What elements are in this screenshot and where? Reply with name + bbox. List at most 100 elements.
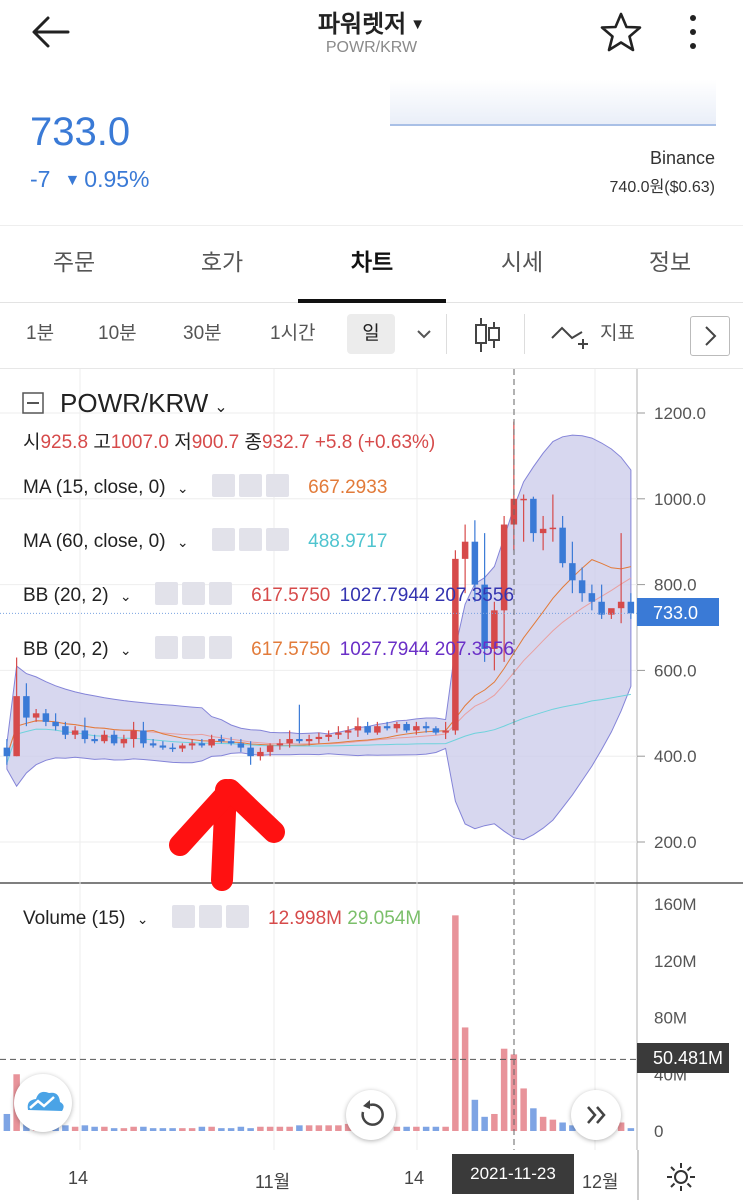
- tab-market[interactable]: 시세: [448, 226, 596, 302]
- open-label: 시: [23, 432, 41, 453]
- volume-bar: [335, 1125, 342, 1131]
- more-options-icon[interactable]: [678, 10, 708, 54]
- chevron-down-icon[interactable]: ⌄: [120, 588, 132, 604]
- change-value: +5.8 (+0.63%): [314, 432, 436, 453]
- gear-icon[interactable]: [181, 636, 205, 659]
- divider: [524, 314, 525, 354]
- candle-body: [442, 730, 449, 733]
- candle-body: [198, 743, 206, 746]
- close-icon[interactable]: [225, 905, 249, 928]
- volume-bar: [149, 1128, 157, 1131]
- close-icon[interactable]: [208, 582, 232, 605]
- volume-tick-label: 120M: [654, 952, 697, 971]
- interval-10min[interactable]: 10분: [98, 318, 137, 345]
- volume-bar: [315, 1125, 323, 1131]
- volume-marker-text: 50.481M: [653, 1048, 723, 1068]
- candle-body: [383, 726, 391, 729]
- close-icon[interactable]: [265, 474, 289, 497]
- candle-body: [237, 743, 245, 748]
- candle-body: [101, 734, 108, 742]
- eye-icon[interactable]: [171, 905, 195, 928]
- volume-legend[interactable]: Volume (15) ⌄ 12.998M 29.054M: [23, 905, 421, 930]
- volume-value-1: 12.998M: [268, 908, 342, 929]
- volume-bars: [3, 915, 635, 1131]
- tab-chart[interactable]: 차트: [298, 226, 446, 303]
- candle-body: [13, 696, 20, 757]
- candlestick-type-icon[interactable]: [472, 316, 502, 354]
- chevron-down-icon[interactable]: ⌄: [137, 911, 149, 927]
- close-icon[interactable]: [265, 528, 289, 551]
- candle-body: [315, 736, 323, 740]
- volume-tick-label: 80M: [654, 1009, 687, 1028]
- collapse-icon[interactable]: [22, 392, 44, 414]
- gear-icon[interactable]: [198, 905, 222, 928]
- cloud-chart-icon: [27, 1091, 64, 1111]
- candle-body: [179, 745, 186, 749]
- interval-day-selected[interactable]: 일: [347, 314, 395, 354]
- interval-30min[interactable]: 30분: [183, 318, 222, 345]
- settings-sun-icon[interactable]: [666, 1162, 696, 1192]
- volume-bar: [530, 1108, 537, 1131]
- candle-body: [461, 541, 469, 559]
- candle-body: [520, 498, 527, 501]
- eye-icon[interactable]: [211, 528, 235, 551]
- eye-icon[interactable]: [154, 582, 178, 605]
- interval-1hour[interactable]: 1시간: [270, 318, 316, 345]
- tab-orderbook[interactable]: 호가: [148, 226, 296, 302]
- bb1-label: BB (20, 2): [23, 585, 109, 606]
- candle-body: [569, 563, 576, 581]
- y-tick-label: 400.0: [654, 747, 697, 766]
- volume-bar: [81, 1125, 89, 1131]
- favorite-star-icon[interactable]: [598, 10, 644, 54]
- gear-icon[interactable]: [238, 528, 262, 551]
- reset-button[interactable]: [346, 1090, 396, 1140]
- tab-info[interactable]: 정보: [596, 226, 743, 302]
- chevron-down-icon[interactable]: ⌄: [177, 480, 189, 496]
- low-label: 저: [174, 432, 192, 453]
- chevron-down-icon[interactable]: ⌄: [177, 534, 189, 550]
- eye-icon[interactable]: [154, 636, 178, 659]
- volume-bar: [442, 1126, 449, 1131]
- eye-icon[interactable]: [211, 474, 235, 497]
- volume-bar: [520, 1088, 527, 1131]
- candle-body: [266, 745, 274, 752]
- volume-bar: [413, 1126, 420, 1131]
- volume-bar: [491, 1113, 498, 1131]
- gear-icon[interactable]: [181, 582, 205, 605]
- indicator-label[interactable]: 지표: [600, 318, 635, 345]
- candle-body: [71, 730, 79, 735]
- candle-body: [559, 527, 566, 564]
- volume-bar: [276, 1126, 284, 1131]
- volume-bar: [461, 1027, 469, 1131]
- volume-bar: [296, 1125, 303, 1131]
- chevron-down-icon[interactable]: ⌄: [120, 642, 132, 658]
- indicator-icon[interactable]: [548, 318, 594, 358]
- candle-body: [257, 751, 264, 757]
- symbol-legend[interactable]: POWR/KRW ⌄: [22, 388, 228, 419]
- volume-bar: [481, 1116, 488, 1131]
- chart-style-button[interactable]: [14, 1074, 72, 1132]
- tab-order[interactable]: 주문: [0, 226, 148, 302]
- ma60-legend[interactable]: MA (60, close, 0) ⌄ 488.9717: [23, 528, 387, 553]
- volume-bar: [266, 1126, 274, 1131]
- top-bar: 파워렛저 ▼ POWR/KRW: [0, 0, 743, 70]
- candle-body: [403, 724, 410, 731]
- gear-icon[interactable]: [238, 474, 262, 497]
- chevron-down-icon[interactable]: [414, 324, 434, 344]
- bb1-mid: 617.5750: [251, 585, 331, 606]
- interval-1min[interactable]: 1분: [26, 318, 54, 345]
- bb1-legend[interactable]: BB (20, 2) ⌄ 617.5750 1027.7944 207.3556: [23, 582, 514, 607]
- scroll-to-latest-button[interactable]: [571, 1090, 621, 1140]
- divider: [446, 314, 447, 354]
- bb2-label: BB (20, 2): [23, 639, 109, 660]
- candle-body: [130, 730, 137, 740]
- close-icon[interactable]: [208, 636, 232, 659]
- bb2-legend[interactable]: BB (20, 2) ⌄ 617.5750 1027.7944 207.3556: [23, 636, 514, 661]
- volume-bar: [471, 1099, 479, 1131]
- ma15-legend[interactable]: MA (15, close, 0) ⌄ 667.2933: [23, 474, 387, 499]
- chevron-right-icon[interactable]: [690, 316, 730, 356]
- volume-bar: [452, 915, 459, 1131]
- candle-body: [159, 745, 167, 748]
- volume-bar: [227, 1128, 235, 1131]
- price-change: -7 ▼ 0.95%: [30, 166, 150, 193]
